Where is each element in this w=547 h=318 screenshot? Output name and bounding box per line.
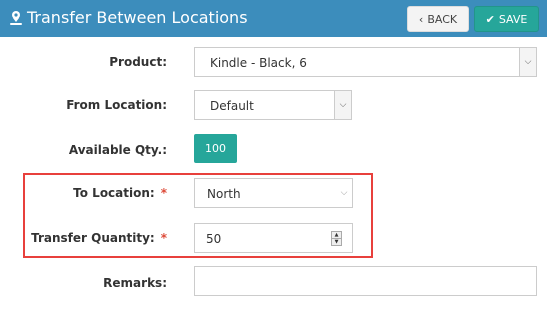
save-button-label: SAVE <box>498 13 528 26</box>
to-location-label: To Location: * <box>73 186 167 200</box>
page-header: Transfer Between Locations ‹ BACK ✔ SAVE <box>0 0 547 37</box>
product-label: Product: <box>109 55 167 69</box>
to-location-value: North <box>207 187 241 201</box>
transfer-quantity-label: Transfer Quantity: * <box>31 231 167 245</box>
save-button[interactable]: ✔ SAVE <box>474 6 539 32</box>
quantity-stepper[interactable]: ▲ ▼ <box>331 231 342 246</box>
chevron-down-icon: ⌵ <box>336 179 352 207</box>
back-button-label: BACK <box>427 13 458 26</box>
remarks-label: Remarks: <box>103 276 167 290</box>
transfer-quantity-label-text: Transfer Quantity: <box>31 231 155 245</box>
transfer-quantity-value: 50 <box>206 232 222 246</box>
from-location-label: From Location: <box>66 98 167 112</box>
from-location-value: Default <box>210 99 254 113</box>
chevron-down-icon: ⌵ <box>519 48 536 76</box>
stepper-up-icon[interactable]: ▲ <box>332 232 341 239</box>
product-select[interactable]: Kindle - Black, 6 ⌵ <box>194 47 537 77</box>
from-location-select[interactable]: Default ⌵ <box>194 90 352 120</box>
back-button[interactable]: ‹ BACK <box>407 6 469 32</box>
available-qty-label: Available Qty.: <box>68 143 167 157</box>
required-mark: * <box>160 231 167 245</box>
required-mark: * <box>160 186 167 200</box>
location-pin-icon <box>10 11 22 25</box>
remarks-input[interactable] <box>194 266 537 296</box>
transfer-quantity-input[interactable]: 50 ▲ ▼ <box>194 223 353 253</box>
stepper-down-icon[interactable]: ▼ <box>332 239 341 245</box>
check-icon: ✔ <box>485 13 495 26</box>
product-value: Kindle - Black, 6 <box>210 56 307 70</box>
to-location-select[interactable]: North ⌵ <box>194 178 353 208</box>
available-qty-badge: 100 <box>194 134 237 163</box>
page-title: Transfer Between Locations <box>27 8 248 27</box>
chevron-down-icon: ⌵ <box>334 91 351 119</box>
chevron-left-icon: ‹ <box>418 13 424 26</box>
to-location-label-text: To Location: <box>73 186 155 200</box>
